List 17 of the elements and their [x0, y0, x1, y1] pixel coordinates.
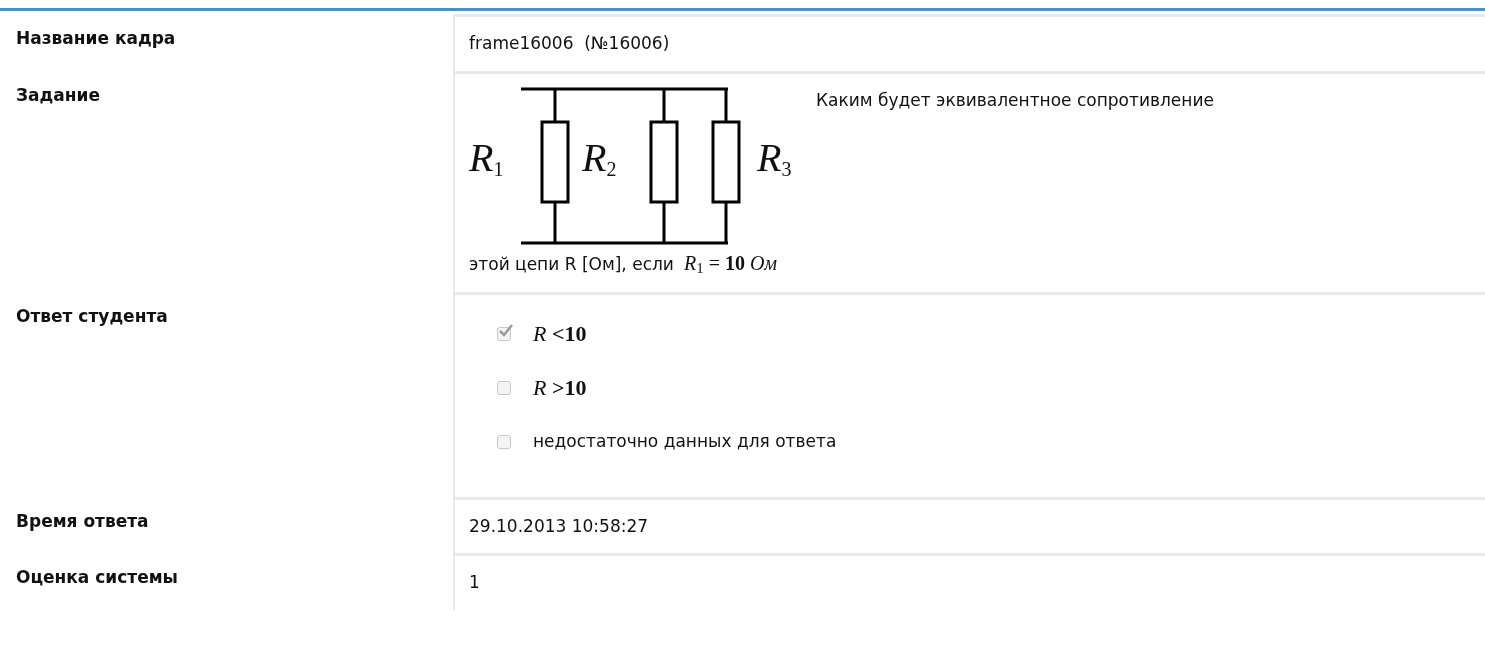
formula: R$_{1}$ = 10 Ом	[683, 250, 778, 278]
field-label: Название кадра	[16, 28, 176, 48]
resistor-label: R$_{2}$	[582, 137, 617, 178]
field-label: Задание	[16, 84, 100, 105]
field-label: Оценка системы	[16, 567, 178, 587]
field-value: 29.10.2013 10:58:27	[469, 515, 649, 536]
resistor-label: R$_{3}$	[757, 137, 792, 178]
answer-option: R >10	[533, 371, 587, 404]
question-text: этой цепи R [Ом], если	[469, 253, 674, 276]
answer-option: недостаточно данных для ответа	[533, 428, 837, 455]
field-value: 1	[469, 572, 480, 592]
answer-option: R <10	[533, 317, 587, 350]
resistor-label: R$_{1}$	[469, 137, 504, 178]
field-label: Ответ студента	[16, 305, 168, 326]
field-value: frame16006 (№16006)	[469, 33, 670, 53]
field-label: Время ответа	[16, 510, 149, 531]
question-text: Каким будет эквивалентное сопротивление	[816, 88, 1214, 112]
